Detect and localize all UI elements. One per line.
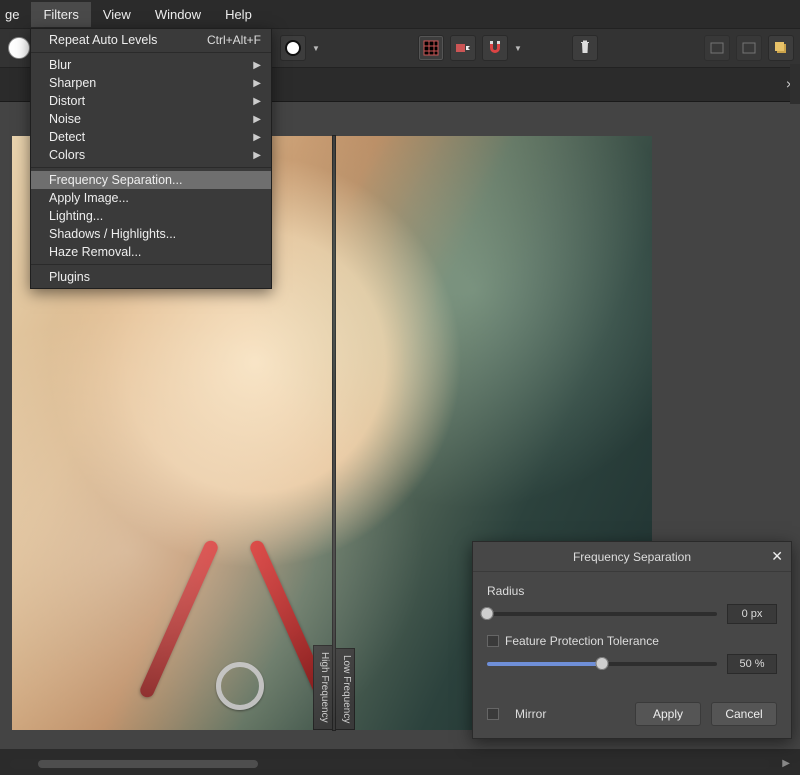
- menu-apply-image[interactable]: Apply Image...: [31, 189, 271, 207]
- menu-item-shortcut: Ctrl+Alt+F: [207, 33, 261, 47]
- menu-separator: [31, 167, 271, 168]
- menu-item-label: Repeat Auto Levels: [49, 33, 157, 47]
- menubar: ge Filters View Window Help: [0, 0, 800, 28]
- mask-dropdown-arrow[interactable]: ▼: [312, 44, 320, 53]
- menu-lighting[interactable]: Lighting...: [31, 207, 271, 225]
- scrollbar-thumb[interactable]: [38, 760, 258, 768]
- dialog-close-button[interactable]: ✕: [771, 548, 783, 565]
- menu-separator: [31, 52, 271, 53]
- fpt-checkbox[interactable]: [487, 635, 499, 647]
- frequency-separation-dialog: Frequency Separation ✕ Radius 0 px Featu…: [472, 541, 792, 739]
- grid-icon: [423, 40, 439, 56]
- menu-shadows-highlights[interactable]: Shadows / Highlights...: [31, 225, 271, 243]
- menu-sharpen[interactable]: Sharpen▶: [31, 74, 271, 92]
- radius-label: Radius: [487, 584, 777, 598]
- fpt-value[interactable]: 50 %: [727, 654, 777, 674]
- image-content: [142, 534, 352, 724]
- apply-button[interactable]: Apply: [635, 702, 701, 726]
- submenu-arrow-icon: ▶: [253, 114, 261, 125]
- menu-image-truncated[interactable]: ge: [2, 2, 31, 27]
- split-label-low-frequency[interactable]: Low Frequency: [335, 648, 355, 730]
- color-swatch[interactable]: [8, 37, 30, 59]
- menu-repeat-last[interactable]: Repeat Auto Levels Ctrl+Alt+F: [31, 31, 271, 49]
- submenu-arrow-icon: ▶: [253, 78, 261, 89]
- mask-thumbnail-button[interactable]: [280, 35, 306, 61]
- layers-icon: [773, 40, 789, 56]
- rect-icon: [709, 40, 725, 56]
- menu-separator: [31, 264, 271, 265]
- filters-dropdown: Repeat Auto Levels Ctrl+Alt+F Blur▶ Shar…: [30, 28, 272, 289]
- trash-button[interactable]: [572, 35, 598, 61]
- split-label-high-frequency[interactable]: High Frequency: [313, 645, 333, 730]
- cancel-button[interactable]: Cancel: [711, 702, 777, 726]
- menu-distort[interactable]: Distort▶: [31, 92, 271, 110]
- menu-window[interactable]: Window: [143, 2, 213, 27]
- panel-button-2[interactable]: [736, 35, 762, 61]
- submenu-arrow-icon: ▶: [253, 150, 261, 161]
- layers-stack-button[interactable]: [768, 35, 794, 61]
- radius-slider[interactable]: [487, 612, 717, 616]
- mirror-label: Mirror: [515, 707, 546, 721]
- mirror-checkbox[interactable]: [487, 708, 499, 720]
- menu-plugins[interactable]: Plugins: [31, 268, 271, 286]
- submenu-arrow-icon: ▶: [253, 60, 261, 71]
- dialog-titlebar[interactable]: Frequency Separation ✕: [473, 542, 791, 572]
- horizontal-scrollbar[interactable]: ▶: [10, 759, 770, 769]
- magnet-icon: [487, 40, 503, 56]
- menu-detect[interactable]: Detect▶: [31, 128, 271, 146]
- magnet-dropdown-arrow[interactable]: ▼: [514, 44, 522, 53]
- menu-haze-removal[interactable]: Haze Removal...: [31, 243, 271, 261]
- snap-toggle-button[interactable]: [450, 35, 476, 61]
- right-panel-edge: [790, 64, 800, 104]
- radius-value[interactable]: 0 px: [727, 604, 777, 624]
- magnet-button[interactable]: [482, 35, 508, 61]
- grid-toggle-button[interactable]: [418, 35, 444, 61]
- menu-blur[interactable]: Blur▶: [31, 56, 271, 74]
- menu-frequency-separation[interactable]: Frequency Separation...: [31, 171, 271, 189]
- menu-help[interactable]: Help: [213, 2, 264, 27]
- fpt-slider[interactable]: [487, 662, 717, 666]
- dialog-title: Frequency Separation: [573, 550, 691, 564]
- scroll-right-arrow-icon[interactable]: ▶: [782, 758, 790, 769]
- split-view-divider[interactable]: [333, 136, 335, 730]
- menu-colors[interactable]: Colors▶: [31, 146, 271, 164]
- snap-icon: [455, 40, 471, 56]
- rect-icon: [741, 40, 757, 56]
- panel-button-1[interactable]: [704, 35, 730, 61]
- fpt-label: Feature Protection Tolerance: [505, 634, 659, 648]
- menu-view[interactable]: View: [91, 2, 143, 27]
- submenu-arrow-icon: ▶: [253, 132, 261, 143]
- menu-filters[interactable]: Filters: [31, 2, 90, 27]
- trash-icon: [577, 40, 593, 56]
- submenu-arrow-icon: ▶: [253, 96, 261, 107]
- menu-noise[interactable]: Noise▶: [31, 110, 271, 128]
